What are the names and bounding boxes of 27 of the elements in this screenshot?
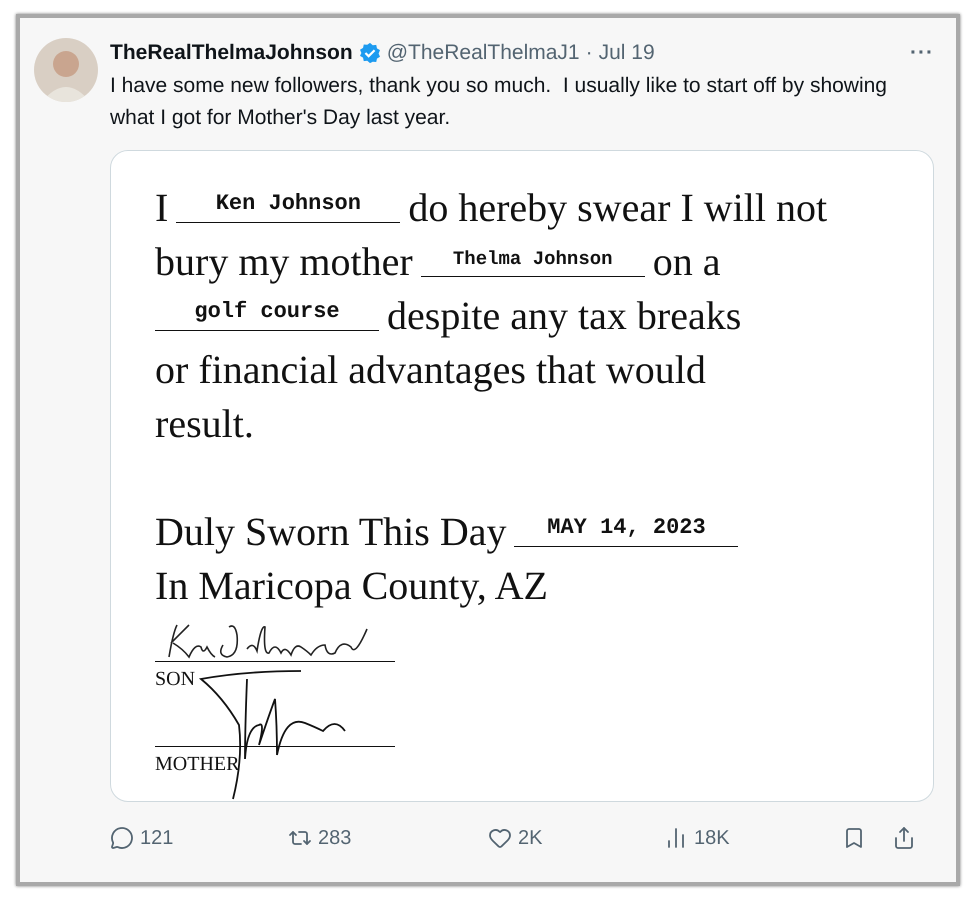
document-text: on a [652,238,720,285]
author-handle[interactable]: @TheRealThelmaJ1 [386,41,580,65]
document-text: result. [155,400,254,447]
document-text: I [155,184,168,231]
like-button[interactable]: 2K [488,826,664,850]
document-text: In Maricopa County, AZ [155,562,548,609]
reply-button[interactable]: 121 [110,826,288,850]
post-date[interactable]: Jul 19 [598,41,655,65]
document-text: Duly Sworn This Day [155,508,506,555]
author-name[interactable]: TheRealThelmaJohnson [110,41,353,65]
fill-in-line: Ken Johnson [176,191,400,223]
fill-in-line: MAY 14, 2023 [514,515,738,547]
fill-in-line: golf course [155,299,379,331]
views-button[interactable]: 18K [664,826,842,850]
post-text: I have some new followers, thank you so much. I usually like to start off by showing what I got for Mother's Day last year. [110,73,888,131]
document-text: do hereby swear I will not [408,184,828,231]
document-text: bury my mother [155,238,413,285]
separator: · [586,41,593,65]
fill-in-line: Thelma Johnson [420,248,645,277]
document-text: despite any tax breaks [387,292,742,339]
heart-icon [488,826,512,850]
signature-role: SON [155,668,196,691]
document-text: or financial advantages that would [155,346,706,393]
share-icon [892,826,916,850]
more-button[interactable]: ··· [910,41,934,65]
repost-button[interactable]: 283 [288,826,488,850]
reply-icon [110,826,134,850]
